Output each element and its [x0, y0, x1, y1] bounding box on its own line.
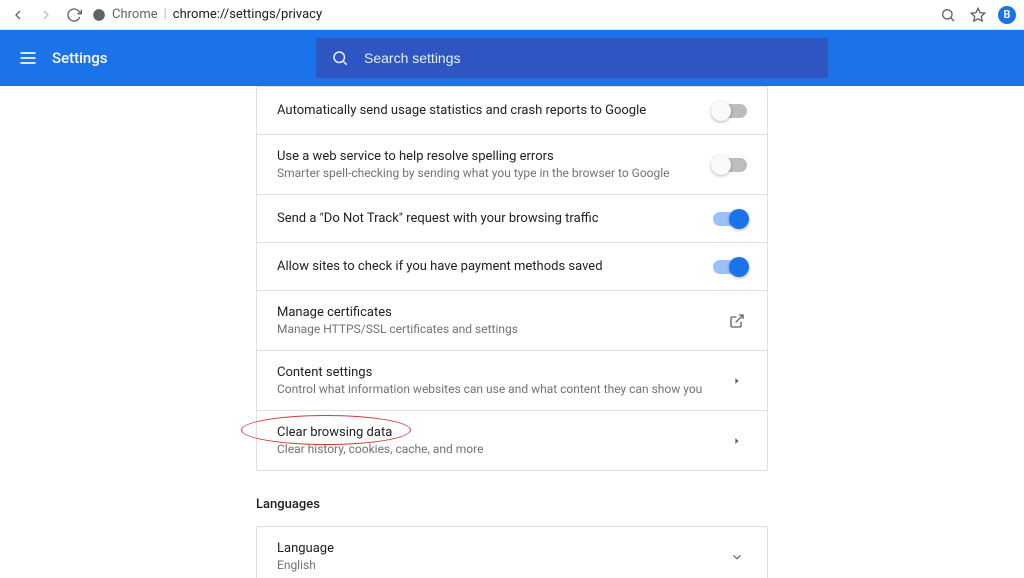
menu-icon[interactable] — [18, 48, 38, 68]
row-subtitle: English — [277, 558, 715, 572]
row-title: Clear browsing data — [277, 425, 715, 440]
page-title: Settings — [52, 49, 108, 67]
site-info-icon[interactable] — [92, 8, 106, 22]
browser-toolbar: Chrome | chrome://settings/privacy B — [0, 0, 1024, 30]
row-subtitle: Control what information websites can us… — [277, 382, 715, 396]
reload-button[interactable] — [64, 5, 84, 25]
row-title: Send a "Do Not Track" request with your … — [277, 211, 701, 226]
row-title: Language — [277, 541, 715, 556]
row-language[interactable]: Language English — [257, 527, 767, 578]
row-title: Use a web service to help resolve spelli… — [277, 149, 701, 164]
row-title: Manage certificates — [277, 305, 715, 320]
settings-header: Settings — [0, 30, 1024, 86]
row-title: Allow sites to check if you have payment… — [277, 259, 701, 274]
zoom-icon[interactable] — [938, 5, 958, 25]
privacy-card: Automatically send usage statistics and … — [256, 86, 768, 471]
address-bar[interactable]: Chrome | chrome://settings/privacy — [92, 7, 930, 22]
url-separator: | — [164, 7, 167, 22]
row-content-settings[interactable]: Content settings Control what informatio… — [257, 350, 767, 410]
section-title-languages: Languages — [256, 497, 768, 512]
forward-button[interactable] — [36, 5, 56, 25]
row-do-not-track[interactable]: Send a "Do Not Track" request with your … — [257, 194, 767, 242]
chevron-down-icon — [727, 547, 747, 567]
row-title: Automatically send usage statistics and … — [277, 103, 701, 118]
chevron-right-icon — [727, 431, 747, 451]
row-title: Content settings — [277, 365, 715, 380]
toggle-do-not-track[interactable] — [713, 212, 747, 226]
back-button[interactable] — [8, 5, 28, 25]
chevron-right-icon — [727, 371, 747, 391]
toggle-payment-methods[interactable] — [713, 260, 747, 274]
settings-content: Automatically send usage statistics and … — [0, 86, 1024, 578]
settings-search[interactable] — [316, 38, 828, 78]
search-icon — [330, 48, 350, 68]
url-host: Chrome — [112, 7, 158, 22]
row-spelling-service[interactable]: Use a web service to help resolve spelli… — [257, 134, 767, 194]
row-clear-browsing-data[interactable]: Clear browsing data Clear history, cooki… — [257, 410, 767, 470]
toggle-usage-stats[interactable] — [713, 104, 747, 118]
external-link-icon — [727, 311, 747, 331]
row-usage-stats[interactable]: Automatically send usage statistics and … — [257, 86, 767, 134]
row-payment-methods[interactable]: Allow sites to check if you have payment… — [257, 242, 767, 290]
row-subtitle: Clear history, cookies, cache, and more — [277, 442, 715, 456]
toggle-spelling-service[interactable] — [713, 158, 747, 172]
row-subtitle: Smarter spell-checking by sending what y… — [277, 166, 701, 180]
bookmark-star-icon[interactable] — [968, 5, 988, 25]
profile-badge[interactable]: B — [998, 6, 1016, 24]
row-subtitle: Manage HTTPS/SSL certificates and settin… — [277, 322, 715, 336]
row-manage-certificates[interactable]: Manage certificates Manage HTTPS/SSL cer… — [257, 290, 767, 350]
search-input[interactable] — [364, 50, 814, 66]
url-path: chrome://settings/privacy — [173, 7, 322, 22]
languages-card: Language English Spell check English (Un… — [256, 526, 768, 578]
